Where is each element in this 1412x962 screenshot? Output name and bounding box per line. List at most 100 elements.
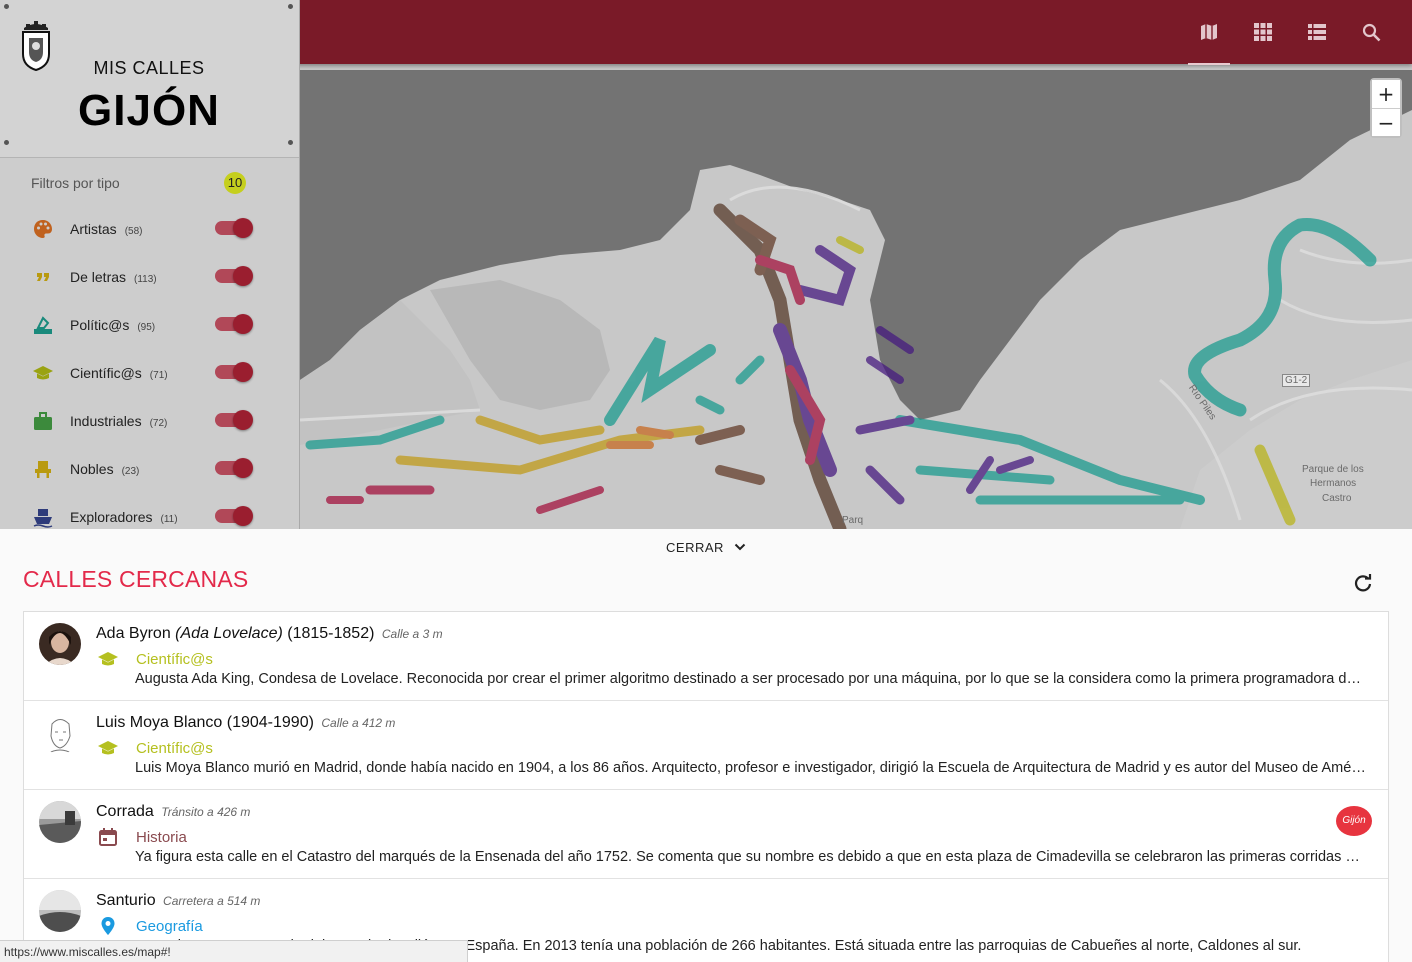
search-icon <box>1362 23 1380 41</box>
person-name: Luis Moya Blanco <box>96 714 223 731</box>
sidebar: MIS CALLES GIJÓN Filtros por tipo 10 Art… <box>0 0 300 529</box>
avatar <box>39 712 81 754</box>
map-text-fragment: Parq <box>842 515 864 526</box>
filter-de-letras[interactable]: De letras (113) <box>0 254 299 302</box>
nearby-streets-list: Ada Byron (Ada Lovelace) (1815-1852) Cal… <box>23 611 1389 962</box>
filter-count: (23) <box>121 466 140 477</box>
graduation-cap-icon <box>98 741 118 755</box>
refresh-icon[interactable] <box>1352 573 1374 595</box>
category: Historia <box>96 827 187 847</box>
filter-label: Industriales (72) <box>70 413 167 429</box>
filter-label: Polític@s (95) <box>70 317 155 333</box>
street-name: Corrada <box>96 803 154 820</box>
category: Científic@s <box>96 738 213 758</box>
street-distance: Calle a 412 m <box>321 716 396 730</box>
avatar <box>39 801 81 843</box>
filter-toggle[interactable] <box>215 218 253 238</box>
gijon-badge: Gijón <box>1336 806 1372 836</box>
ballot-icon <box>34 316 52 334</box>
category: Científic@s <box>96 649 213 669</box>
filter-name: Polític@s <box>70 317 130 333</box>
list-item[interactable]: Ada Byron (Ada Lovelace) (1815-1852) Cal… <box>24 612 1388 701</box>
filter-toggle[interactable] <box>215 410 253 430</box>
filter-name: Exploradores <box>70 509 153 525</box>
filter-name: Artistas <box>70 221 117 237</box>
filter-artistas[interactable]: Artistas (58) <box>0 206 299 254</box>
list-item[interactable]: Luis Moya Blanco (1904-1990) Calle a 412… <box>24 701 1388 790</box>
grid-view-icon <box>1254 23 1272 41</box>
view-switcher <box>1182 0 1398 65</box>
road-label: G1-2 <box>1282 374 1311 387</box>
chevron-down-icon <box>734 543 746 551</box>
park-label-1: Parque de los <box>1302 464 1364 475</box>
filter-exploradores[interactable]: Exploradores (11) <box>0 494 299 529</box>
nearby-streets-panel: CERRAR CALLES CERCANAS Ada Byron (Ada Lo… <box>0 529 1412 962</box>
toggle-knob <box>233 362 253 382</box>
filter-count: (58) <box>124 226 143 237</box>
toggle-knob <box>233 410 253 430</box>
filter-count: (71) <box>149 370 168 381</box>
street-title: Ada Byron (Ada Lovelace) (1815-1852) Cal… <box>96 625 443 643</box>
corner-dot <box>288 4 293 9</box>
park-label-3: Castro <box>1322 493 1352 504</box>
search-button[interactable] <box>1344 0 1398 64</box>
list-view-button[interactable] <box>1290 0 1344 64</box>
street-description: Augusta Ada King, Condesa de Lovelace. R… <box>135 671 1367 687</box>
brand-subtitle: MIS CALLES <box>93 58 205 78</box>
map-view-button[interactable] <box>1182 0 1236 65</box>
filter-label: Científic@s (71) <box>70 365 168 381</box>
person-years: (1904-1990) <box>226 714 314 731</box>
person-alias: (Ada Lovelace) <box>175 625 283 642</box>
briefcase-icon <box>34 412 52 430</box>
filter-nobles[interactable]: Nobles (23) <box>0 446 299 494</box>
filter-name: Nobles <box>70 461 114 477</box>
filter-name: Industriales <box>70 413 142 429</box>
filter-label: Artistas (58) <box>70 221 142 237</box>
corner-dot <box>288 140 293 145</box>
filter-toggle[interactable] <box>215 314 253 334</box>
filter-politicos[interactable]: Polític@s (95) <box>0 302 299 350</box>
category: Geografía <box>96 916 203 936</box>
filter-toggle[interactable] <box>215 506 253 526</box>
graduation-cap-icon <box>33 366 53 380</box>
street-description: Ya figura esta calle en el Catastro del … <box>135 849 1367 865</box>
brand-header: MIS CALLES GIJÓN <box>0 0 299 158</box>
avatar <box>39 623 81 665</box>
category-label: Científic@s <box>136 739 213 757</box>
category-label: Historia <box>136 828 187 846</box>
brand-title: GIJÓN <box>78 86 220 135</box>
location-pin-icon <box>101 917 115 935</box>
filters-heading: Filtros por tipo <box>31 175 120 191</box>
map-view-icon <box>1201 24 1217 40</box>
calendar-icon <box>99 828 117 846</box>
filter-count: (11) <box>160 514 178 525</box>
filter-industriales[interactable]: Industriales (72) <box>0 398 299 446</box>
filter-cientificos[interactable]: Científic@s (71) <box>0 350 299 398</box>
filter-label: Nobles (23) <box>70 461 139 477</box>
filter-count: (72) <box>149 418 168 429</box>
category-label: Científic@s <box>136 650 213 668</box>
toggle-knob <box>233 506 253 526</box>
category-label: Geografía <box>136 917 203 935</box>
graduation-cap-icon <box>98 652 118 666</box>
filter-toggle[interactable] <box>215 458 253 478</box>
list-item[interactable]: Corrada Tránsito a 426 m Historia Gijón … <box>24 790 1388 879</box>
close-panel-button[interactable]: CERRAR <box>0 529 1412 565</box>
throne-icon <box>35 461 51 478</box>
section-title: CALLES CERCANAS <box>23 566 249 592</box>
toggle-knob <box>233 266 253 286</box>
zoom-out-button[interactable]: − <box>1372 108 1400 136</box>
filter-toggle[interactable] <box>215 362 253 382</box>
palette-icon <box>34 220 52 238</box>
person-name: Ada Byron <box>96 625 171 642</box>
filter-name: De letras <box>70 269 127 285</box>
active-filters-badge: 10 <box>224 172 246 194</box>
zoom-in-button[interactable]: + <box>1372 80 1400 108</box>
zoom-control: + − <box>1370 78 1402 138</box>
street-name: Santurio <box>96 892 156 909</box>
filter-toggle[interactable] <box>215 266 253 286</box>
filter-label: Exploradores (11) <box>70 509 178 525</box>
street-title: Luis Moya Blanco (1904-1990) Calle a 412… <box>96 714 395 732</box>
grid-view-button[interactable] <box>1236 0 1290 64</box>
toggle-knob <box>233 458 253 478</box>
